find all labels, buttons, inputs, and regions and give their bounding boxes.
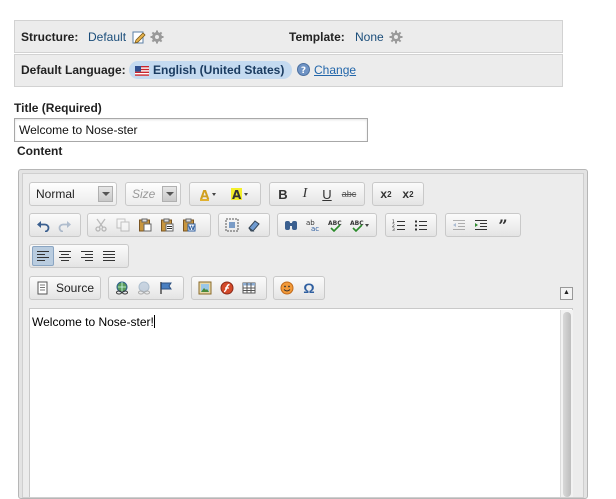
text-cursor bbox=[153, 315, 155, 328]
align-center-icon[interactable] bbox=[54, 246, 76, 266]
svg-text:A: A bbox=[232, 188, 242, 201]
link-icon[interactable] bbox=[111, 278, 133, 298]
image-icon[interactable] bbox=[194, 278, 216, 298]
title-label: Title (Required) bbox=[14, 101, 102, 115]
paste-text-icon[interactable] bbox=[156, 215, 178, 235]
language-badge: English (United States) bbox=[129, 61, 293, 79]
special-character-icon[interactable]: Ω bbox=[298, 278, 320, 298]
indent-icon[interactable] bbox=[470, 215, 492, 235]
edit-structure-icon[interactable] bbox=[132, 30, 146, 44]
svg-text:3: 3 bbox=[392, 227, 395, 232]
svg-text:W: W bbox=[188, 225, 195, 232]
paste-icon[interactable] bbox=[134, 215, 156, 235]
collapse-toolbar-icon[interactable]: ▲ bbox=[560, 287, 573, 300]
source-label: Source bbox=[56, 281, 95, 295]
align-justify-icon[interactable] bbox=[98, 246, 120, 266]
color-group: A A bbox=[189, 182, 261, 206]
symbols-group: Ω bbox=[273, 276, 325, 300]
structure-label: Structure: bbox=[21, 30, 79, 44]
content-label: Content bbox=[17, 144, 63, 158]
background-color-button[interactable]: A bbox=[224, 184, 256, 204]
language-value: English (United States) bbox=[153, 63, 285, 77]
svg-text:ac: ac bbox=[311, 225, 319, 232]
size-combo[interactable]: Size bbox=[125, 182, 181, 206]
clipboard-group: W bbox=[87, 213, 211, 237]
strikethrough-button[interactable]: abc bbox=[338, 184, 360, 204]
language-row: Default Language: English (United States… bbox=[14, 54, 563, 87]
editor-toolbar-area: Normal Size A A B I U abc x2 x2 W ab ac … bbox=[22, 173, 584, 498]
find-spell-group: ab ac ABC ABC bbox=[277, 213, 377, 237]
find-icon[interactable] bbox=[280, 215, 302, 235]
anchor-flag-icon[interactable] bbox=[155, 278, 177, 298]
italic-button[interactable]: I bbox=[294, 184, 316, 204]
structure-gear-icon[interactable] bbox=[150, 30, 164, 44]
chevron-down-icon bbox=[162, 186, 177, 202]
editor-scroll-thumb[interactable] bbox=[563, 312, 571, 497]
align-right-icon[interactable] bbox=[76, 246, 98, 266]
source-group: Source bbox=[29, 276, 101, 300]
spellcheck-icon[interactable]: ABC bbox=[324, 215, 346, 235]
structure-value[interactable]: Default bbox=[88, 30, 126, 44]
undo-redo-group bbox=[29, 213, 81, 237]
replace-icon[interactable]: ab ac bbox=[302, 215, 324, 235]
undo-icon[interactable] bbox=[32, 215, 54, 235]
bullet-list-icon[interactable] bbox=[410, 215, 432, 235]
structure-template-row: Structure: Default Template: None bbox=[14, 20, 563, 53]
script-group: x2 x2 bbox=[372, 182, 424, 206]
source-button[interactable]: Source bbox=[32, 278, 98, 298]
us-flag-icon bbox=[135, 65, 149, 76]
align-left-icon[interactable] bbox=[32, 246, 54, 266]
flash-icon[interactable] bbox=[216, 278, 238, 298]
paste-word-icon[interactable]: W bbox=[178, 215, 200, 235]
template-label: Template: bbox=[289, 30, 345, 44]
svg-text:?: ? bbox=[301, 66, 306, 76]
format-combo-value: Normal bbox=[36, 187, 75, 201]
superscript-button[interactable]: x2 bbox=[397, 184, 419, 204]
editor-content-area[interactable]: Welcome to Nose-ster! bbox=[29, 308, 573, 497]
alignment-group bbox=[29, 244, 129, 268]
unlink-icon[interactable] bbox=[133, 278, 155, 298]
spellcheck-as-you-type-icon[interactable]: ABC bbox=[346, 215, 374, 235]
cut-icon[interactable] bbox=[90, 215, 112, 235]
redo-icon[interactable] bbox=[54, 215, 76, 235]
template-gear-icon[interactable] bbox=[389, 30, 403, 44]
select-all-icon[interactable] bbox=[221, 215, 243, 235]
select-group bbox=[218, 213, 270, 237]
copy-icon[interactable] bbox=[112, 215, 134, 235]
chevron-down-icon bbox=[98, 186, 113, 202]
outdent-icon[interactable] bbox=[448, 215, 470, 235]
language-label: Default Language: bbox=[21, 63, 126, 77]
indent-group: ” bbox=[445, 213, 521, 237]
insert-group bbox=[191, 276, 267, 300]
underline-button[interactable]: U bbox=[316, 184, 338, 204]
editor-scrollbar[interactable] bbox=[560, 310, 573, 497]
eraser-icon[interactable] bbox=[243, 215, 265, 235]
list-group: 123 bbox=[385, 213, 437, 237]
template-value[interactable]: None bbox=[355, 30, 384, 44]
format-combo[interactable]: Normal bbox=[29, 182, 117, 206]
help-icon[interactable]: ? bbox=[297, 63, 310, 76]
bold-button[interactable]: B bbox=[272, 184, 294, 204]
smiley-icon[interactable] bbox=[276, 278, 298, 298]
numbered-list-icon[interactable]: 123 bbox=[388, 215, 410, 235]
title-input[interactable] bbox=[14, 118, 368, 142]
basic-style-group: B I U abc bbox=[269, 182, 365, 206]
size-combo-value: Size bbox=[132, 187, 156, 201]
change-language-link[interactable]: Change bbox=[314, 63, 356, 77]
subscript-button[interactable]: x2 bbox=[375, 184, 397, 204]
table-icon[interactable] bbox=[238, 278, 260, 298]
blockquote-icon[interactable]: ” bbox=[492, 215, 514, 235]
rich-text-editor: Normal Size A A B I U abc x2 x2 W ab ac … bbox=[18, 169, 588, 499]
text-color-button[interactable]: A bbox=[192, 184, 224, 204]
link-group bbox=[108, 276, 184, 300]
editor-content-text: Welcome to Nose-ster! bbox=[32, 315, 154, 329]
